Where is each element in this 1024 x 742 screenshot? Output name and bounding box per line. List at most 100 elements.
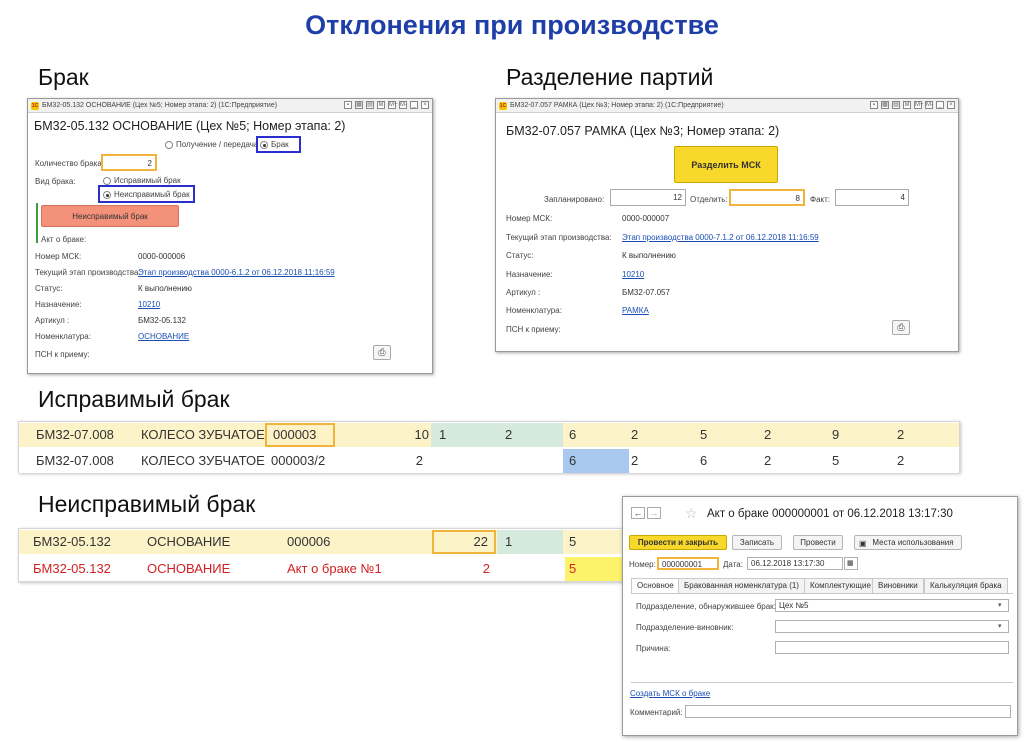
table-cell: Акт о браке №1	[287, 561, 382, 576]
memory-plus-icon[interactable]: M+	[388, 101, 398, 109]
table-cell: ОСНОВАНИЕ	[147, 534, 231, 549]
table-row[interactable]: БМ32-05.132 ОСНОВАНИЕ 000006 22 1 5	[19, 530, 623, 554]
table-cell: 5	[565, 557, 623, 581]
reason-label: Причина:	[636, 644, 671, 653]
purpose-link[interactable]: 10210	[138, 300, 160, 309]
status-label: Статус:	[35, 284, 63, 293]
unfixable-table: БМ32-05.132 ОСНОВАНИЕ 000006 22 1 5 БМ32…	[18, 528, 624, 582]
table-cell: БМ32-07.008	[36, 453, 114, 468]
unfixable-action-button[interactable]: Неисправимый брак	[41, 205, 179, 227]
act-label: Акт о браке:	[41, 235, 87, 244]
memory-minus-icon[interactable]: M-	[399, 101, 407, 109]
print-icon[interactable]: ⎙	[892, 320, 910, 335]
minimize-icon[interactable]: _	[410, 101, 418, 109]
save-icon[interactable]: ▪	[870, 101, 878, 109]
close-icon[interactable]: ×	[421, 101, 429, 109]
window-titlebar: 1С БМ32-07.057 РАМКА (Цех №3; Номер этап…	[496, 99, 958, 113]
highlight-frame	[98, 185, 195, 203]
minimize-icon[interactable]: _	[936, 101, 944, 109]
window-title: БМ32-05.132 ОСНОВАНИЕ (Цех №5; Номер эта…	[42, 102, 278, 109]
post-and-close-button[interactable]: Провести и закрыть	[629, 535, 727, 550]
calc-icon[interactable]: ▦	[355, 101, 363, 109]
nomen-link[interactable]: ОСНОВАНИЕ	[138, 332, 189, 341]
dept-found-select[interactable]: Цех №5	[775, 599, 1009, 612]
close-icon[interactable]: ×	[947, 101, 955, 109]
radio-circle-icon	[103, 176, 111, 185]
table-cell: 5	[832, 453, 840, 468]
nomen-link[interactable]: РАМКА	[622, 306, 649, 315]
post-button[interactable]: Провести	[793, 535, 843, 550]
split-msk-button[interactable]: Разделить МСК	[674, 146, 778, 183]
print-icon[interactable]: ⎙	[373, 345, 391, 360]
nomen-label: Номенклатура:	[35, 332, 91, 341]
stage-link[interactable]: Этап производства 0000-6.1.2 от 06.12.20…	[138, 268, 335, 277]
memory-plus-icon[interactable]: M+	[914, 101, 924, 109]
table-cell: 2	[631, 453, 639, 468]
status-value: К выполнению	[138, 284, 192, 293]
calendar-icon[interactable]: ▤	[366, 101, 374, 109]
window-heading: БМ32-07.057 РАМКА (Цех №3; Номер этапа: …	[506, 124, 780, 138]
memory-icon[interactable]: M	[377, 101, 385, 109]
tab-components[interactable]: Комплектующие	[804, 578, 877, 593]
calendar-icon[interactable]: ▤	[892, 101, 900, 109]
section-title-brak: Брак	[38, 64, 89, 90]
separate-input[interactable]: 8	[729, 189, 805, 206]
date-label: Дата:	[723, 560, 743, 569]
msk-label: Номер МСК:	[35, 252, 82, 261]
radio-circle-icon	[165, 140, 173, 149]
table-row[interactable]: БМ32-07.008 КОЛЕСО ЗУБЧАТОЕ 000003/2 2 6…	[19, 449, 959, 473]
window-title: БМ32-07.057 РАМКА (Цех №3; Номер этапа: …	[510, 102, 724, 109]
section-title-neispravimy: Неисправимый брак	[38, 491, 256, 517]
reason-input[interactable]	[775, 641, 1009, 654]
comment-input[interactable]	[685, 705, 1011, 718]
table-cell[interactable]: 22	[432, 530, 496, 554]
qty-input[interactable]: 2	[101, 154, 157, 171]
planned-input[interactable]: 12	[610, 189, 686, 206]
calendar-icon[interactable]: ▦	[844, 557, 858, 570]
table-cell: 2	[897, 453, 905, 468]
back-arrow-icon[interactable]: ←	[631, 507, 645, 519]
tab-divider	[631, 593, 1013, 594]
fact-input[interactable]: 4	[835, 189, 909, 206]
window-heading: БМ32-05.132 ОСНОВАНИЕ (Цех №5; Номер эта…	[34, 119, 346, 133]
radio-fixable[interactable]: Исправимый брак	[103, 176, 181, 185]
table-cell[interactable]: 000003	[265, 423, 335, 447]
calc-icon[interactable]: ▦	[881, 101, 889, 109]
dropdown-icon[interactable]: ▾	[998, 601, 1002, 609]
radio-receive[interactable]: Получение / передача	[165, 140, 258, 149]
memory-minus-icon[interactable]: M-	[925, 101, 933, 109]
table-cell: 5	[569, 534, 577, 549]
tab-main[interactable]: Основное	[631, 578, 680, 593]
window-titlebar: 1С БМ32-05.132 ОСНОВАНИЕ (Цех №5; Номер …	[28, 99, 432, 113]
tab-culprits[interactable]: Виновники	[872, 578, 924, 593]
qty-label: Количество брака:	[35, 159, 105, 168]
table-cell: 6	[569, 427, 577, 442]
favorite-star-icon[interactable]: ☆	[685, 505, 698, 522]
date-input[interactable]: 06.12.2018 13:17:30	[747, 557, 843, 570]
stage-link[interactable]: Этап производства 0000-7.1.2 от 06.12.20…	[622, 233, 819, 242]
article-value: БМ32-07.057	[622, 288, 670, 297]
forward-arrow-icon[interactable]: →	[647, 507, 661, 519]
number-label: Номер:	[629, 560, 656, 569]
table-row[interactable]: БМ32-05.132 ОСНОВАНИЕ Акт о браке №1 2 5	[19, 557, 623, 581]
memory-icon[interactable]: M	[903, 101, 911, 109]
nomen-label: Номенклатура:	[506, 306, 562, 315]
tab-defect-calculation[interactable]: Калькуляция брака	[924, 578, 1008, 593]
dept-guilty-select[interactable]	[775, 620, 1009, 633]
tab-defect-nomenclature[interactable]: Бракованная номенклатура (1)	[678, 578, 805, 593]
dept-guilty-label: Подразделение-виновник:	[636, 623, 734, 632]
slide-title: Отклонения при производстве	[305, 10, 719, 40]
purpose-link[interactable]: 10210	[622, 270, 644, 279]
table-row[interactable]: БМ32-07.008 КОЛЕСО ЗУБЧАТОЕ 000003 10 1 …	[19, 423, 959, 447]
psn-label: ПСН к приему:	[506, 325, 561, 334]
table-cell: 2	[764, 427, 772, 442]
create-msk-link[interactable]: Создать МСК о браке	[630, 689, 710, 698]
comment-label: Комментарий:	[630, 708, 683, 717]
msk-value: 0000-000006	[138, 252, 186, 261]
number-input[interactable]: 000000001	[657, 557, 719, 570]
table-cell: КОЛЕСО ЗУБЧАТОЕ	[141, 427, 265, 442]
dropdown-icon[interactable]: ▾	[998, 622, 1002, 630]
save-icon[interactable]: ▪	[344, 101, 352, 109]
save-button[interactable]: Записать	[732, 535, 782, 550]
usage-places-button[interactable]: ▣ Места использования	[854, 535, 962, 550]
